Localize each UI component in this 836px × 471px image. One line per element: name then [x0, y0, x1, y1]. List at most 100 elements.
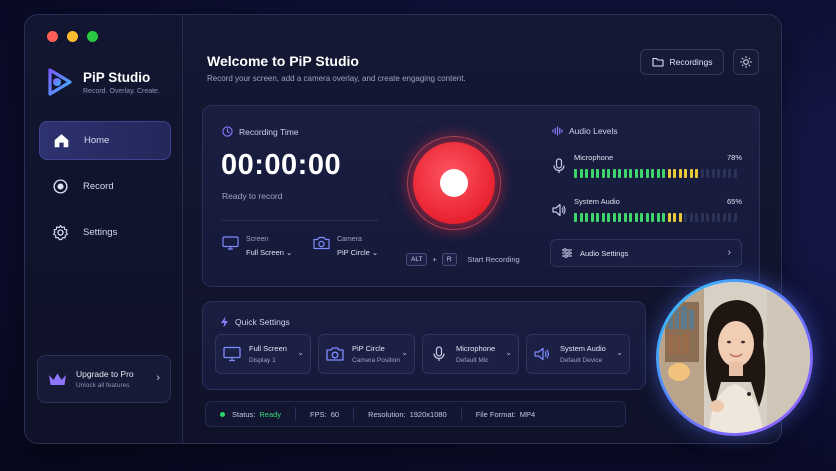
microphone-level-bar	[574, 169, 737, 178]
meter-segment	[667, 213, 671, 222]
meter-segment	[623, 213, 627, 222]
sidebar-item-label: Settings	[83, 227, 118, 238]
meter-segment	[717, 169, 720, 178]
lightning-icon	[221, 316, 228, 328]
screen-select[interactable]: Screen Full Screen ⌄	[222, 236, 292, 257]
meter-segment	[601, 169, 605, 178]
recordings-button[interactable]: Recordings	[640, 49, 724, 75]
shortcut-key-alt: ALT	[406, 253, 428, 266]
meter-segment	[700, 213, 704, 222]
upgrade-to-pro-button[interactable]: Upgrade to Pro Unlock all features ›	[37, 355, 171, 403]
resolution-indicator: Resolution: 1920x1080	[354, 407, 462, 421]
status-indicator: Status: Ready	[206, 407, 297, 421]
meter-segment	[711, 213, 715, 222]
audio-levels-title: Audio Levels	[569, 126, 618, 136]
camera-select[interactable]: Camera PiP Circle ⌄	[313, 236, 378, 257]
meter-segment	[728, 169, 731, 178]
maximize-window-button[interactable]	[87, 31, 98, 42]
fps-value: 60	[330, 409, 340, 419]
minimize-window-button[interactable]	[67, 31, 78, 42]
screen-value: Full Screen	[246, 248, 284, 257]
brand: PiP Studio Record. Overlay. Create.	[45, 67, 160, 97]
meter-segment	[673, 213, 676, 222]
camera-label: Camera	[337, 236, 362, 243]
window-controls	[47, 31, 98, 42]
chevron-down-icon: ⌄	[286, 248, 293, 257]
fps-label: FPS:	[310, 409, 327, 419]
monitor-icon	[223, 346, 241, 362]
close-window-button[interactable]	[47, 31, 58, 42]
meter-segment	[656, 213, 660, 222]
chevron-right-icon: ›	[156, 372, 160, 384]
audio-settings-button[interactable]: Audio Settings ›	[550, 239, 742, 267]
audio-wave-icon	[552, 126, 563, 136]
meter-segment	[695, 213, 698, 222]
chevron-right-icon: ›	[727, 247, 731, 258]
recording-time-title: Recording Time	[239, 126, 299, 137]
sidebar-item-settings[interactable]: Settings	[39, 213, 171, 252]
meter-segment	[596, 213, 599, 222]
quick-settings-title: Quick Settings	[235, 317, 290, 327]
recording-status: Ready to record	[222, 191, 283, 201]
meter-segment	[612, 169, 616, 178]
quick-setting-title: Microphone	[456, 344, 496, 353]
meter-segment	[645, 169, 649, 178]
status-label: Status:	[232, 409, 256, 419]
meter-segment	[590, 213, 594, 222]
audio-settings-label: Audio Settings	[580, 248, 629, 258]
camera-icon	[313, 236, 330, 250]
chevron-down-icon: ⌄	[401, 348, 408, 357]
sidebar-item-record[interactable]: Record	[39, 167, 171, 206]
meter-segment	[662, 169, 665, 178]
sidebar: PiP Studio Record. Overlay. Create. Home…	[25, 15, 183, 443]
meter-segment	[656, 169, 660, 178]
record-button[interactable]	[413, 142, 495, 224]
resolution-value: 1920x1080	[409, 409, 447, 419]
sliders-icon	[562, 248, 572, 258]
quick-setting-system-audio[interactable]: System Audio Default Device ⌄	[526, 334, 630, 374]
quick-setting-title: Full Screen	[249, 344, 287, 353]
record-dot-icon	[440, 169, 468, 197]
meter-segment	[700, 169, 704, 178]
speaker-icon	[552, 203, 566, 217]
quick-setting-screen[interactable]: Full Screen Display 1 ⌄	[215, 334, 311, 374]
camera-pip-overlay[interactable]	[656, 279, 813, 436]
app-tagline: Record. Overlay. Create.	[83, 87, 160, 95]
quick-setting-microphone[interactable]: Microphone Default Mic ⌄	[422, 334, 519, 374]
meter-segment	[634, 213, 638, 222]
meter-segment	[651, 169, 654, 178]
meter-segment	[722, 169, 726, 178]
quick-settings-header: Quick Settings	[220, 316, 290, 328]
chevron-down-icon: ⌄	[371, 248, 379, 257]
theme-toggle-button[interactable]	[733, 49, 759, 75]
meter-segment	[662, 213, 665, 222]
microphone-icon	[553, 158, 565, 173]
meter-segment	[689, 169, 693, 178]
presenter-portrait-image	[659, 282, 810, 433]
camera-value: PiP Circle	[337, 248, 370, 257]
file-format-indicator: File Format: MP4	[462, 407, 549, 421]
meter-segment	[706, 213, 709, 222]
monitor-icon	[222, 236, 239, 250]
pip-studio-logo-icon	[48, 68, 72, 96]
meter-segment	[689, 213, 693, 222]
meter-segment	[574, 213, 577, 222]
meter-segment	[590, 169, 594, 178]
meter-segment	[640, 213, 643, 222]
meter-segment	[629, 213, 632, 222]
meter-segment	[585, 169, 588, 178]
sidebar-item-label: Home	[84, 135, 110, 146]
recording-time-header: Recording Time	[222, 126, 299, 137]
page-title: Welcome to PiP Studio	[207, 53, 359, 69]
sidebar-item-home[interactable]: Home	[39, 121, 171, 160]
meter-segment	[711, 169, 715, 178]
file-format-value: MP4	[519, 409, 536, 419]
recordings-button-label: Recordings	[669, 57, 713, 67]
quick-setting-subtitle: Display 1	[249, 357, 276, 364]
meter-segment	[601, 213, 605, 222]
quick-setting-camera[interactable]: PiP Circle Camera Position ⌄	[318, 334, 415, 374]
meter-segment	[722, 213, 726, 222]
meter-segment	[629, 169, 632, 178]
quick-settings-panel: Quick Settings Full Screen Display 1 ⌄ P…	[202, 301, 646, 390]
shortcut-key-r: R	[441, 253, 457, 266]
